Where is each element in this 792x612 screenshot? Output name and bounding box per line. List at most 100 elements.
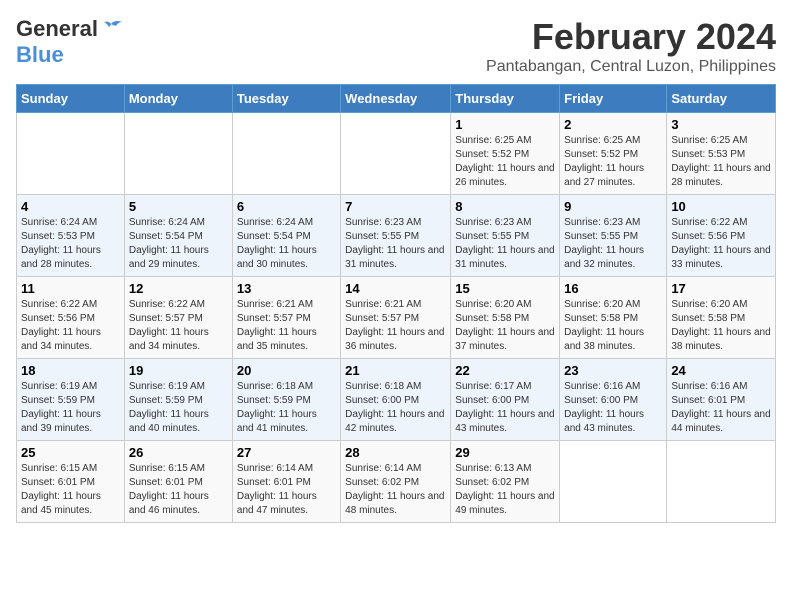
day-headers-row: SundayMondayTuesdayWednesdayThursdayFrid… [17,85,776,113]
calendar-cell: 12 Sunrise: 6:22 AM Sunset: 5:57 PM Dayli… [124,277,232,359]
cell-info: Sunrise: 6:19 AM Sunset: 5:59 PM Dayligh… [21,380,120,436]
cell-info: Sunrise: 6:16 AM Sunset: 6:01 PM Dayligh… [671,380,771,436]
day-header-wednesday: Wednesday [341,85,451,113]
calendar-cell: 20 Sunrise: 6:18 AM Sunset: 5:59 PM Dayli… [232,359,340,441]
cell-info: Sunrise: 6:22 AM Sunset: 5:56 PM Dayligh… [671,216,771,272]
day-number: 21 [345,363,446,378]
calendar-cell: 2 Sunrise: 6:25 AM Sunset: 5:52 PM Daylig… [560,113,667,195]
cell-info: Sunrise: 6:15 AM Sunset: 6:01 PM Dayligh… [129,462,228,518]
calendar-cell: 17 Sunrise: 6:20 AM Sunset: 5:58 PM Dayli… [667,277,776,359]
calendar-cell: 29 Sunrise: 6:13 AM Sunset: 6:02 PM Dayli… [451,441,560,523]
logo-bird-icon [100,20,122,38]
calendar-cell: 10 Sunrise: 6:22 AM Sunset: 5:56 PM Dayli… [667,195,776,277]
day-number: 16 [564,281,662,296]
calendar-cell: 18 Sunrise: 6:19 AM Sunset: 5:59 PM Dayli… [17,359,125,441]
week-row-5: 25Sunrise: 6:15 AM Sunset: 6:01 PM Dayli… [17,441,776,523]
day-number: 7 [345,199,446,214]
week-row-2: 4 Sunrise: 6:24 AM Sunset: 5:53 PM Daylig… [17,195,776,277]
day-number: 5 [129,199,228,214]
logo-general: General [16,16,98,42]
day-number: 3 [671,117,771,132]
cell-info: Sunrise: 6:21 AM Sunset: 5:57 PM Dayligh… [345,298,446,354]
day-number: 13 [237,281,336,296]
cell-info: Sunrise: 6:25 AM Sunset: 5:52 PM Dayligh… [455,134,555,190]
calendar-cell: 6 Sunrise: 6:24 AM Sunset: 5:54 PM Daylig… [232,195,340,277]
calendar-cell: 16 Sunrise: 6:20 AM Sunset: 5:58 PM Dayli… [560,277,667,359]
cell-info: Sunrise: 6:20 AM Sunset: 5:58 PM Dayligh… [671,298,771,354]
cell-info: Sunrise: 6:15 AM Sunset: 6:01 PM Dayligh… [21,462,120,518]
day-number: 8 [455,199,555,214]
calendar-cell: 11 Sunrise: 6:22 AM Sunset: 5:56 PM Dayli… [17,277,125,359]
day-number: 23 [564,363,662,378]
cell-info: Sunrise: 6:18 AM Sunset: 6:00 PM Dayligh… [345,380,446,436]
day-number: 9 [564,199,662,214]
day-number: 27 [237,445,336,460]
week-row-4: 18 Sunrise: 6:19 AM Sunset: 5:59 PM Dayli… [17,359,776,441]
cell-info: Sunrise: 6:14 AM Sunset: 6:02 PM Dayligh… [345,462,446,518]
cell-info: Sunrise: 6:22 AM Sunset: 5:57 PM Dayligh… [129,298,228,354]
calendar-cell: 8 Sunrise: 6:23 AM Sunset: 5:55 PM Daylig… [451,195,560,277]
day-number: 11 [21,281,120,296]
calendar-cell: 19Sunrise: 6:19 AM Sunset: 5:59 PM Dayli… [124,359,232,441]
cell-info: Sunrise: 6:17 AM Sunset: 6:00 PM Dayligh… [455,380,555,436]
cell-info: Sunrise: 6:25 AM Sunset: 5:52 PM Dayligh… [564,134,662,190]
calendar-cell [124,113,232,195]
day-number: 15 [455,281,555,296]
calendar-cell [232,113,340,195]
calendar-cell: 21 Sunrise: 6:18 AM Sunset: 6:00 PM Dayli… [341,359,451,441]
day-number: 6 [237,199,336,214]
calendar-cell: 26 Sunrise: 6:15 AM Sunset: 6:01 PM Dayli… [124,441,232,523]
calendar-cell: 4 Sunrise: 6:24 AM Sunset: 5:53 PM Daylig… [17,195,125,277]
day-header-thursday: Thursday [451,85,560,113]
logo-blue: Blue [16,42,64,68]
day-number: 24 [671,363,771,378]
day-number: 20 [237,363,336,378]
cell-info: Sunrise: 6:24 AM Sunset: 5:54 PM Dayligh… [129,216,228,272]
calendar-cell: 24 Sunrise: 6:16 AM Sunset: 6:01 PM Dayli… [667,359,776,441]
day-number: 22 [455,363,555,378]
month-title: February 2024 [486,16,776,58]
calendar-cell: 5 Sunrise: 6:24 AM Sunset: 5:54 PM Daylig… [124,195,232,277]
calendar-cell: 27 Sunrise: 6:14 AM Sunset: 6:01 PM Dayli… [232,441,340,523]
cell-info: Sunrise: 6:18 AM Sunset: 5:59 PM Dayligh… [237,380,336,436]
calendar-cell: 3Sunrise: 6:25 AM Sunset: 5:53 PM Daylig… [667,113,776,195]
day-header-monday: Monday [124,85,232,113]
cell-info: Sunrise: 6:24 AM Sunset: 5:54 PM Dayligh… [237,216,336,272]
cell-info: Sunrise: 6:14 AM Sunset: 6:01 PM Dayligh… [237,462,336,518]
cell-info: Sunrise: 6:20 AM Sunset: 5:58 PM Dayligh… [564,298,662,354]
cell-info: Sunrise: 6:24 AM Sunset: 5:53 PM Dayligh… [21,216,120,272]
cell-info: Sunrise: 6:13 AM Sunset: 6:02 PM Dayligh… [455,462,555,518]
day-number: 29 [455,445,555,460]
day-number: 26 [129,445,228,460]
day-header-tuesday: Tuesday [232,85,340,113]
day-number: 17 [671,281,771,296]
calendar-cell: 1 Sunrise: 6:25 AM Sunset: 5:52 PM Daylig… [451,113,560,195]
day-header-friday: Friday [560,85,667,113]
cell-info: Sunrise: 6:23 AM Sunset: 5:55 PM Dayligh… [345,216,446,272]
calendar-cell: 13 Sunrise: 6:21 AM Sunset: 5:57 PM Dayli… [232,277,340,359]
day-number: 18 [21,363,120,378]
day-number: 2 [564,117,662,132]
day-header-sunday: Sunday [17,85,125,113]
cell-info: Sunrise: 6:19 AM Sunset: 5:59 PM Dayligh… [129,380,228,436]
cell-info: Sunrise: 6:23 AM Sunset: 5:55 PM Dayligh… [455,216,555,272]
calendar-cell [560,441,667,523]
cell-info: Sunrise: 6:21 AM Sunset: 5:57 PM Dayligh… [237,298,336,354]
cell-info: Sunrise: 6:22 AM Sunset: 5:56 PM Dayligh… [21,298,120,354]
week-row-3: 11 Sunrise: 6:22 AM Sunset: 5:56 PM Dayli… [17,277,776,359]
calendar-cell: 9 Sunrise: 6:23 AM Sunset: 5:55 PM Daylig… [560,195,667,277]
cell-info: Sunrise: 6:23 AM Sunset: 5:55 PM Dayligh… [564,216,662,272]
calendar-cell [17,113,125,195]
day-number: 1 [455,117,555,132]
calendar-cell: 28 Sunrise: 6:14 AM Sunset: 6:02 PM Dayli… [341,441,451,523]
day-number: 4 [21,199,120,214]
day-header-saturday: Saturday [667,85,776,113]
calendar-cell [341,113,451,195]
calendar-cell: 15Sunrise: 6:20 AM Sunset: 5:58 PM Dayli… [451,277,560,359]
day-number: 28 [345,445,446,460]
calendar-cell [667,441,776,523]
location-subtitle: Pantabangan, Central Luzon, Philippines [486,58,776,76]
title-section: February 2024 Pantabangan, Central Luzon… [486,16,776,76]
day-number: 10 [671,199,771,214]
day-number: 12 [129,281,228,296]
